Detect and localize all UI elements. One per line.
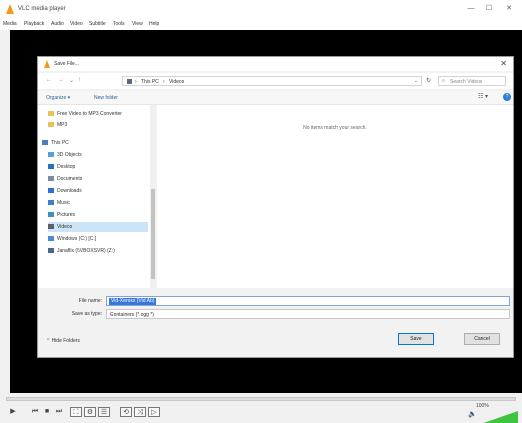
organize-button[interactable]: Organize ▾	[46, 95, 70, 101]
new-folder-button[interactable]: New folder	[94, 95, 118, 101]
file-name-label: File name:	[78, 298, 102, 304]
folder-icon	[48, 111, 54, 117]
nav-item-pictures[interactable]: Pictures	[48, 210, 148, 220]
save-as-type-label: Save as type:	[71, 311, 102, 317]
maximize-button[interactable]: ☐	[482, 4, 496, 14]
dialog-toolbar: Organize ▾ New folder ☷ ▾ ?	[38, 91, 513, 105]
nav-item-downloads[interactable]: Downloads	[48, 186, 148, 196]
random-button[interactable]: ⤨	[134, 407, 146, 417]
volume-label: 100%	[476, 403, 489, 409]
search-icon: ⌕	[442, 78, 445, 84]
hide-folders-button[interactable]: ⌃ Hide Folders	[46, 338, 80, 344]
history-dropdown-icon[interactable]: ⌄	[69, 77, 74, 84]
extended-settings-button[interactable]: ⚙	[84, 407, 96, 417]
file-list[interactable]: No items match your search.	[157, 105, 513, 288]
crumb-videos[interactable]: Videos	[169, 79, 184, 85]
menu-tools[interactable]: Tools	[113, 21, 125, 27]
app-title: VLC media player	[18, 6, 66, 12]
minimize-button[interactable]: —	[464, 4, 478, 14]
desktop-icon	[48, 164, 54, 170]
speaker-icon[interactable]: 🔈	[468, 410, 477, 418]
save-as-type-select[interactable]: Containers (*.ogg *) ⌄	[106, 309, 510, 319]
volume-slider[interactable]	[478, 411, 518, 423]
documents-icon	[48, 176, 54, 182]
help-icon[interactable]: ?	[503, 93, 511, 101]
videos-icon	[48, 224, 54, 230]
pc-icon	[42, 140, 48, 146]
refresh-icon[interactable]: ↻	[426, 77, 431, 84]
menu-playback[interactable]: Playback	[24, 21, 44, 27]
next-button[interactable]: ⏭	[54, 407, 64, 417]
save-button[interactable]: Save	[398, 333, 434, 345]
cube-icon	[48, 152, 54, 158]
address-row: ← → ⌄ ↑ › This PC › Videos ⌄ ↻ ⌕ Search …	[38, 73, 513, 89]
nav-item-network-z[interactable]: Janaflix (\\VBOXSVR) (Z:)	[48, 246, 148, 256]
view-options-icon[interactable]: ☷ ▾	[478, 93, 488, 100]
title-bar: VLC media player — ☐ ✕	[0, 0, 522, 18]
play-button[interactable]: ▶	[8, 407, 18, 417]
search-placeholder: Search Videos	[450, 79, 483, 85]
loop-button[interactable]: ⟲	[120, 407, 132, 417]
fullscreen-button[interactable]: ⛶	[70, 407, 82, 417]
file-name-value: Vid-Xeroxx (Vid Ab)	[109, 298, 157, 305]
download-icon	[48, 188, 54, 194]
address-bar[interactable]: › This PC › Videos ⌄	[122, 76, 422, 86]
nav-item-videos[interactable]: Videos	[48, 222, 148, 232]
vlc-dialog-icon	[44, 60, 50, 68]
network-drive-icon	[48, 248, 54, 254]
cancel-button[interactable]: Cancel	[464, 333, 500, 345]
dialog-title: Save File...	[54, 61, 80, 67]
up-arrow-icon[interactable]: ↑	[78, 77, 81, 83]
forward-arrow-icon[interactable]: →	[58, 77, 64, 83]
file-name-input[interactable]: Vid-Xeroxx (Vid Ab)	[106, 296, 510, 306]
nav-scrollbar-thumb[interactable]	[151, 189, 155, 279]
nav-item-music[interactable]: Music	[48, 198, 148, 208]
close-button[interactable]: ✕	[502, 4, 516, 14]
back-arrow-icon[interactable]: ←	[46, 77, 52, 83]
playlist-button[interactable]: ☰	[98, 407, 110, 417]
frame-step-button[interactable]: ▷	[148, 407, 160, 417]
nav-item-windows-c[interactable]: Windows (C:) [C:]	[48, 234, 148, 244]
crumb-separator: ›	[135, 79, 137, 85]
empty-message: No items match your search.	[303, 125, 367, 131]
navigation-pane: Free Video to MP3 Converter MP3 This PC …	[38, 105, 156, 288]
menu-view[interactable]: View	[132, 21, 143, 27]
vlc-logo-icon	[6, 4, 14, 14]
playback-controls: ▶ ⏮ ■ ⏭ ⛶ ⚙ ☰ ⟲ ⤨ ▷	[0, 393, 522, 423]
dialog-title-bar: Save File... ✕	[38, 57, 513, 71]
dialog-close-button[interactable]: ✕	[500, 59, 507, 68]
menu-video[interactable]: Video	[70, 21, 83, 27]
crumb-separator: ›	[163, 79, 165, 85]
folder-icon	[48, 122, 54, 128]
nav-item-3d-objects[interactable]: 3D Objects	[48, 150, 148, 160]
pc-icon	[127, 79, 132, 84]
address-dropdown-icon[interactable]: ⌄	[414, 78, 418, 84]
nav-item-desktop[interactable]: Desktop	[48, 162, 148, 172]
previous-button[interactable]: ⏮	[30, 407, 40, 417]
menu-help[interactable]: Help	[149, 21, 159, 27]
crumb-this-pc[interactable]: This PC	[141, 79, 159, 85]
stop-button[interactable]: ■	[42, 407, 52, 417]
menu-subtitle[interactable]: Subtitle	[89, 21, 106, 27]
drive-icon	[48, 236, 54, 242]
nav-item-mp3[interactable]: MP3	[48, 120, 148, 130]
chevron-down-icon: ⌄	[110, 311, 115, 317]
music-icon	[48, 200, 54, 206]
nav-item-free-video-to-mp3[interactable]: Free Video to MP3 Converter	[48, 109, 148, 119]
save-file-dialog: Save File... ✕ ← → ⌄ ↑ › This PC › Video…	[37, 56, 514, 358]
seek-bar[interactable]	[6, 397, 516, 401]
search-input[interactable]: ⌕ Search Videos	[438, 76, 506, 86]
menu-media[interactable]: Media	[3, 21, 17, 27]
menu-audio[interactable]: Audio	[51, 21, 64, 27]
nav-item-documents[interactable]: Documents	[48, 174, 148, 184]
pictures-icon	[48, 212, 54, 218]
menu-bar: Media Playback Audio Video Subtitle Tool…	[0, 18, 522, 30]
nav-item-this-pc[interactable]: This PC	[42, 138, 142, 148]
